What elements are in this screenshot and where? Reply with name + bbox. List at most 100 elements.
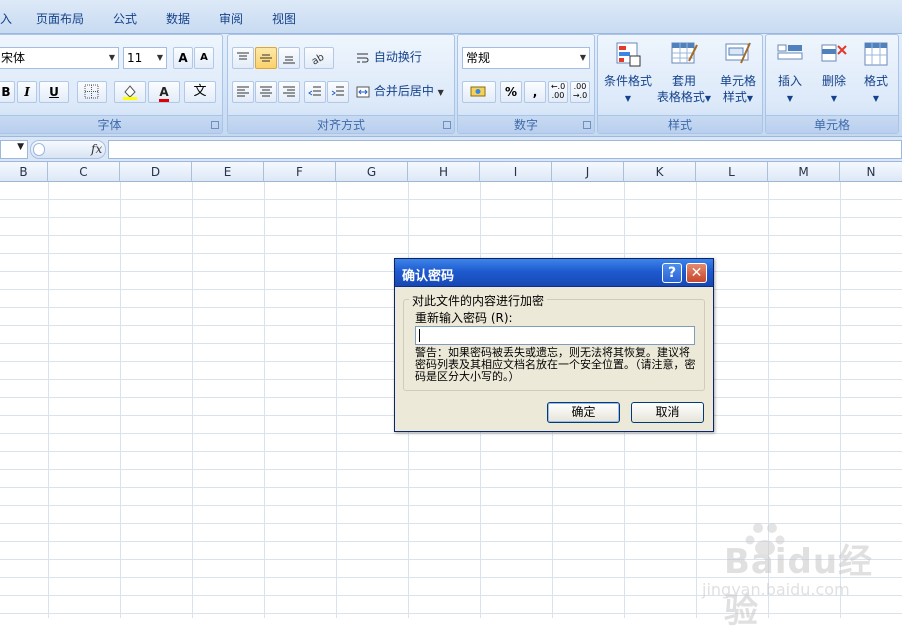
number-dialog-launcher[interactable] <box>583 121 591 129</box>
align-center-button[interactable] <box>255 81 277 103</box>
column-header-l[interactable]: L <box>696 162 768 182</box>
grow-font-button[interactable]: A <box>173 47 193 69</box>
align-left-button[interactable] <box>232 81 254 103</box>
border-button[interactable] <box>77 81 107 103</box>
fill-color-icon <box>123 85 137 100</box>
bold-button[interactable]: B <box>0 81 15 103</box>
column-header-k[interactable]: K <box>624 162 696 182</box>
shrink-font-icon: A <box>200 52 208 63</box>
format-as-table-icon <box>671 42 698 64</box>
decrease-decimal-icon: .00 →.0 <box>572 82 588 100</box>
delete-cells-button[interactable]: 删除 ▼ <box>814 39 854 107</box>
number-format-value: 常规 <box>466 51 491 65</box>
font-size-select[interactable]: 11 ▼ <box>123 47 167 69</box>
font-color-icon: A <box>159 85 169 102</box>
expand-handle-icon[interactable] <box>33 143 45 156</box>
percent-button[interactable]: % <box>500 81 522 103</box>
tab-view[interactable]: 视图 <box>272 10 296 27</box>
cell-styles-label-1: 单元格 <box>719 74 756 88</box>
close-button[interactable]: ✕ <box>686 263 707 283</box>
confirm-password-dialog: 确认密码 ? ✕ 对此文件的内容进行加密 重新输入密码 (R): 警告：如果密码… <box>394 258 714 432</box>
align-right-button[interactable] <box>278 81 300 103</box>
chevron-down-icon: ▼ <box>437 88 444 97</box>
bold-icon: B <box>1 85 11 99</box>
decrease-indent-button[interactable] <box>304 81 326 103</box>
phonetic-icon: 文 <box>193 84 207 99</box>
align-left-icon <box>237 86 249 97</box>
column-header-f[interactable]: F <box>264 162 336 182</box>
increase-indent-button[interactable] <box>327 81 349 103</box>
align-right-icon <box>283 86 295 97</box>
merge-center-button[interactable]: 合并后居中 ▼ <box>354 81 448 103</box>
comma-icon: , <box>532 85 538 99</box>
reenter-password-label: 重新输入密码 (R): <box>415 311 513 325</box>
ribbon-tab-bar: 入 页面布局 公式 数据 审阅 视图 <box>0 0 902 34</box>
help-icon: ? <box>667 265 677 281</box>
chevron-down-icon: ▼ <box>830 94 838 103</box>
cell-styles-button[interactable]: 单元格 样式▼ <box>714 39 762 107</box>
comma-button[interactable]: , <box>524 81 546 103</box>
shrink-font-button[interactable]: A <box>194 47 214 69</box>
increase-decimal-button[interactable]: ←.0.00 <box>548 81 568 103</box>
delete-cells-label: 删除 <box>821 74 846 88</box>
font-dialog-launcher[interactable] <box>211 121 219 129</box>
format-as-table-button[interactable]: 套用 表格格式▼ <box>656 39 712 107</box>
chevron-down-icon: ▼ <box>17 142 24 152</box>
tab-page-layout[interactable]: 页面布局 <box>36 10 84 27</box>
alignment-group: ab 自动换行 合并后居中 ▼ 对齐方式 <box>227 34 455 134</box>
column-header-c[interactable]: C <box>48 162 120 182</box>
conditional-formatting-icon <box>616 42 641 67</box>
tab-data[interactable]: 数据 <box>166 10 190 27</box>
wrap-text-label: 自动换行 <box>373 50 422 64</box>
password-input[interactable] <box>415 326 695 345</box>
help-button[interactable]: ? <box>662 263 682 283</box>
percent-icon: % <box>504 85 518 99</box>
insert-cells-button[interactable]: 插入 ▼ <box>770 39 810 107</box>
number-format-select[interactable]: 常规 ▼ <box>462 47 590 69</box>
chevron-down-icon: ▼ <box>704 94 712 103</box>
insert-function-button[interactable]: fx <box>91 142 102 156</box>
align-bottom-button[interactable] <box>278 47 300 69</box>
tab-formulas[interactable]: 公式 <box>113 10 137 27</box>
column-header-g[interactable]: G <box>336 162 408 182</box>
format-cells-label: 格式 <box>863 74 888 88</box>
orientation-button[interactable]: ab <box>304 47 334 69</box>
dialog-titlebar[interactable]: 确认密码 ? ✕ <box>395 259 713 287</box>
insert-cells-icon <box>777 44 803 60</box>
decrease-indent-icon <box>308 86 321 96</box>
formula-input[interactable] <box>108 140 902 159</box>
chevron-down-icon: ▼ <box>579 53 586 62</box>
underline-button[interactable]: U <box>39 81 69 103</box>
italic-button[interactable]: I <box>17 81 37 103</box>
name-box[interactable]: ▼ <box>0 140 28 159</box>
chevron-down-icon: ▼ <box>746 94 754 103</box>
alignment-dialog-launcher[interactable] <box>443 121 451 129</box>
font-size-value: 11 <box>127 51 143 65</box>
column-header-n[interactable]: N <box>840 162 902 182</box>
column-header-h[interactable]: H <box>408 162 480 182</box>
cancel-button[interactable]: 取消 <box>631 402 704 423</box>
decrease-decimal-button[interactable]: .00 →.0 <box>570 81 590 103</box>
column-header-b[interactable]: B <box>0 162 48 182</box>
column-header-d[interactable]: D <box>120 162 192 182</box>
formula-controls: fx <box>30 140 106 159</box>
conditional-formatting-button[interactable]: 条件格式 ▼ <box>602 39 654 107</box>
accounting-format-button[interactable] <box>462 81 496 103</box>
wrap-text-button[interactable]: 自动换行 <box>354 47 426 69</box>
font-color-button[interactable]: A <box>148 81 180 103</box>
column-header-i[interactable]: I <box>480 162 552 182</box>
tab-review[interactable]: 审阅 <box>219 10 243 27</box>
fill-color-button[interactable] <box>114 81 146 103</box>
format-cells-button[interactable]: 格式 ▼ <box>856 39 896 107</box>
border-icon <box>84 84 99 99</box>
column-header-j[interactable]: J <box>552 162 624 182</box>
tab-insert[interactable]: 入 <box>0 10 12 27</box>
column-header-e[interactable]: E <box>192 162 264 182</box>
align-top-button[interactable] <box>232 47 254 69</box>
currency-icon <box>470 86 486 97</box>
font-name-select[interactable]: 宋体 ▼ <box>0 47 119 69</box>
ok-button[interactable]: 确定 <box>547 402 620 423</box>
column-header-m[interactable]: M <box>768 162 840 182</box>
align-middle-button[interactable] <box>255 47 277 69</box>
phonetic-button[interactable]: 文 <box>184 81 216 103</box>
